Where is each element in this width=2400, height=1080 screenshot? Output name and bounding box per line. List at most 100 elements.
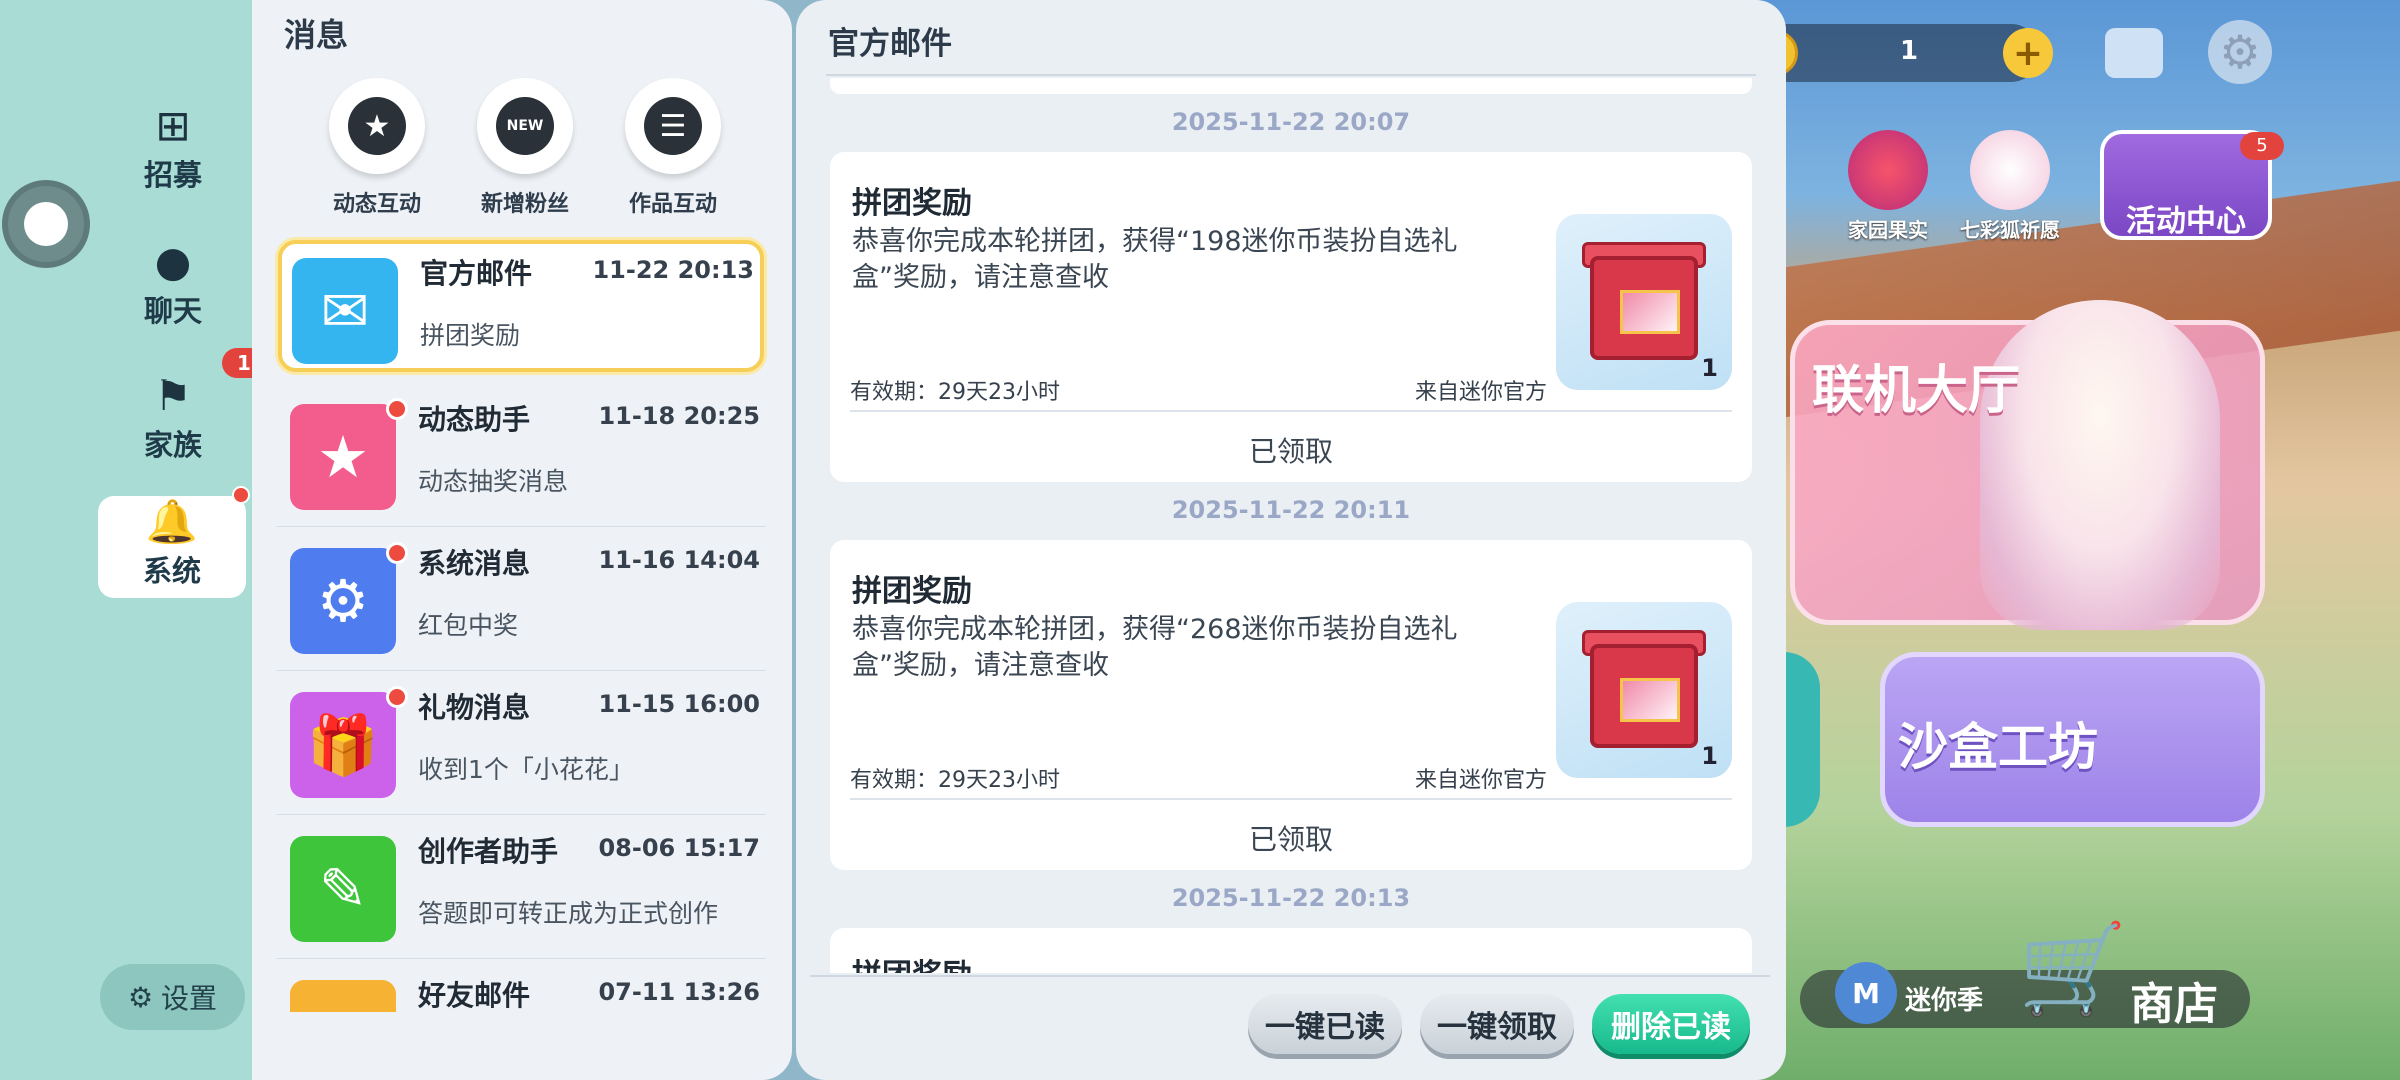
quick-action-works[interactable]: ☰ 作品互动 (608, 78, 738, 218)
mail-source: 来自迷你官方 (1414, 380, 1547, 405)
gift-icon: 🎁 (290, 692, 396, 798)
mail-date: 2025-11-22 20:11 (1171, 496, 1411, 524)
mail-card: 拼团奖励 恭喜你完成本轮拼团，获得“198迷你币装扮自选礼盒”奖励，请注意查收 … (830, 152, 1752, 482)
divider (276, 814, 766, 815)
nav-family[interactable]: ⚑ 家族 (98, 370, 248, 470)
mail-title: 拼团奖励 (852, 574, 972, 609)
quick-action-label: 作品互动 (628, 192, 717, 217)
list-icon: ☰ (644, 97, 702, 155)
divider (826, 74, 1756, 76)
mail-detail-panel: 官方邮件 2025-11-22 20:07 拼团奖励 恭喜你完成本轮拼团，获得“… (796, 0, 1786, 1080)
mail-body: 恭喜你完成本轮拼团，获得“268迷你币装扮自选礼盒”奖励，请注意查收 (852, 614, 1458, 681)
gear-icon[interactable]: ⚙ (2208, 20, 2272, 84)
conversation-time: 11-16 14:04 (598, 546, 760, 574)
conversation-time: 08-06 15:17 (598, 834, 760, 862)
claim-all-button[interactable]: 一键领取 (1420, 994, 1574, 1054)
bookmark-star-icon: ★ (290, 404, 396, 510)
conversation-name: 官方邮件 (420, 257, 533, 290)
settings-button[interactable]: ⚙ 设置 (100, 964, 245, 1030)
mail-body: 恭喜你完成本轮拼团，获得“198迷你币装扮自选礼盒”奖励，请注意查收 (852, 226, 1458, 293)
mail-title: 拼团奖励 (852, 950, 972, 973)
settings-label: 设置 (161, 982, 218, 1015)
mail-list[interactable]: 2025-11-22 20:07 拼团奖励 恭喜你完成本轮拼团，获得“198迷你… (796, 78, 1786, 973)
conversation-name: 动态助手 (418, 403, 531, 436)
unread-dot (386, 686, 408, 708)
system-unread-dot (232, 486, 250, 504)
gift-box-item[interactable]: 1 (1556, 214, 1732, 390)
divider (276, 670, 766, 671)
shop-cart-icon[interactable]: 🛒 (2018, 925, 2128, 1013)
message-panel-title: 消息 (284, 16, 349, 54)
divider (850, 410, 1732, 412)
delete-read-button[interactable]: 删除已读 (1592, 994, 1750, 1054)
flag-icon: ⚑ (154, 371, 192, 420)
gear-icon: ⚙ (290, 548, 396, 654)
mail-date: 2025-11-22 20:07 (1171, 108, 1411, 136)
mini-season-icon[interactable]: M (1835, 962, 1897, 1024)
conversation-time: 11-22 20:13 (592, 256, 754, 284)
conversation-name: 系统消息 (418, 547, 531, 580)
unread-dot (386, 542, 408, 564)
divider (850, 798, 1732, 800)
divider (276, 958, 766, 959)
fox-wish-button[interactable]: 七彩狐祈愿 (1960, 130, 2060, 243)
floating-ball[interactable] (2, 180, 90, 268)
conversation-name: 好友邮件 (418, 979, 531, 1012)
gift-box-item[interactable]: 1 (1556, 602, 1732, 778)
new-fan-tag: NEW (506, 118, 544, 134)
read-all-button[interactable]: 一键已读 (1248, 994, 1402, 1054)
activity-center-label: 活动中心 (2126, 204, 2246, 239)
conversation-system-message[interactable]: ⚙ 系统消息 11-16 14:04 红包中奖 (276, 530, 766, 662)
mail-panel-title: 官方邮件 (828, 26, 952, 62)
nav-family-label: 家族 (143, 428, 202, 462)
mail-expiry: 有效期：29天23小时 (850, 768, 1060, 793)
conversation-time: 11-15 16:00 (598, 690, 760, 718)
conversation-gift-message[interactable]: 🎁 礼物消息 11-15 16:00 收到1个「小花花」 (276, 674, 766, 806)
conversation-official-mail[interactable]: ✉ 官方邮件 11-22 20:13 拼团奖励 (278, 240, 764, 372)
conversation-creator-assistant[interactable]: ✎ 创作者助手 08-06 15:17 答题即可转正成为正式创作 (276, 818, 766, 950)
conversation-time: 11-18 20:25 (598, 402, 760, 430)
plus-box-icon: ⊞ (155, 101, 191, 150)
divider (276, 526, 766, 527)
sandbox-workshop-label: 沙盒工坊 (1898, 718, 2098, 776)
mail-icon: ✉ (292, 258, 398, 364)
conversation-preview: 红包中奖 (418, 611, 519, 640)
mail-card: 拼团奖励 (830, 928, 1752, 973)
mailbox-icon[interactable] (2105, 28, 2163, 78)
conversation-dynamic-assistant[interactable]: ★ 动态助手 11-18 20:25 动态抽奖消息 (276, 386, 766, 518)
gear-icon: ⚙ (127, 980, 154, 1014)
conversation-name: 礼物消息 (418, 691, 531, 724)
online-lobby-label: 联机大厅 (1812, 361, 2021, 421)
coin-count: 1 (1900, 36, 1919, 66)
conversation-friend-mail[interactable]: 好友邮件 07-11 13:26 (276, 962, 766, 1012)
item-qty: 1 (1701, 742, 1718, 770)
fruit-icon (1848, 130, 1928, 210)
previous-mail-card (830, 78, 1752, 94)
conversation-preview: 收到1个「小花花」 (418, 755, 634, 784)
fox-wish-label: 七彩狐祈愿 (1960, 218, 2060, 242)
shop-label[interactable]: 商店 (2130, 968, 2218, 1032)
nav-recruit[interactable]: ⊞ 招募 (98, 100, 248, 200)
conversation-name: 创作者助手 (418, 835, 559, 868)
claim-status: 已领取 (1248, 435, 1333, 468)
friend-mail-icon (290, 980, 396, 1012)
quick-action-dynamic[interactable]: ★ 动态互动 (312, 78, 442, 218)
nav-system[interactable]: 🔔 系统 (98, 496, 246, 598)
mini-season-label[interactable]: 迷你季 (1905, 980, 1983, 1017)
unread-dot (386, 398, 408, 420)
mail-source: 来自迷你官方 (1414, 768, 1547, 793)
mail-card: 拼团奖励 恭喜你完成本轮拼团，获得“268迷你币装扮自选礼盒”奖励，请注意查收 … (830, 540, 1752, 870)
new-fan-icon: NEW (496, 97, 554, 155)
nav-chat[interactable]: ● 聊天 (98, 236, 248, 336)
quick-action-label: 新增粉丝 (480, 192, 569, 217)
quick-action-new-fans[interactable]: NEW 新增粉丝 (460, 78, 590, 218)
home-fruit-button[interactable]: 家园果实 (1838, 130, 1938, 243)
fox-icon (1970, 130, 2050, 210)
add-coin-button[interactable]: + (2003, 28, 2053, 78)
mail-expiry: 有效期：29天23小时 (850, 380, 1060, 405)
mail-date: 2025-11-22 20:13 (1171, 884, 1411, 912)
nav-recruit-label: 招募 (143, 158, 202, 192)
bell-icon: 🔔 (145, 497, 199, 546)
conversation-preview: 动态抽奖消息 (418, 467, 569, 496)
divider (810, 975, 1770, 977)
